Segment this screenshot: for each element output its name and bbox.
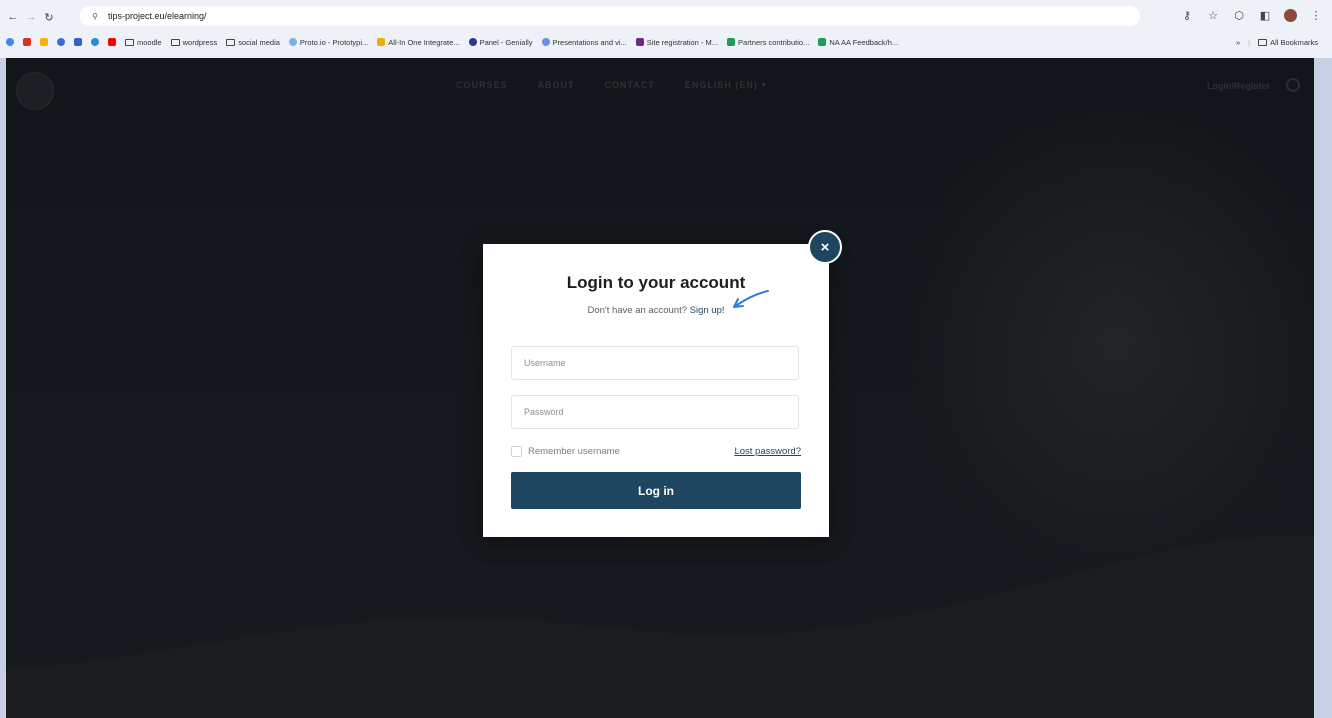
forward-icon[interactable]: → [22, 8, 40, 26]
folder-icon [125, 38, 134, 46]
gmail-bookmark-icon[interactable] [23, 38, 31, 46]
bookmark-divider: | [1248, 37, 1251, 47]
bookmark-na-aa-feedback[interactable]: NA AA Feedback/h... [818, 38, 898, 47]
youtube-bookmark-icon[interactable] [108, 38, 116, 46]
signup-prompt: Don't have an account? [587, 305, 690, 316]
back-icon[interactable]: ← [4, 8, 22, 26]
docs-bookmark-icon[interactable] [74, 38, 82, 46]
bookmark-protoio[interactable]: Proto.io - Prototypi... [288, 38, 368, 47]
browser-tools: ⚷ ☆ ⬡ ◧ ⋮ [1179, 7, 1324, 23]
bookmarks-right: » | All Bookmarks [1236, 31, 1318, 53]
signup-link[interactable]: Sign up! [690, 305, 725, 316]
address-row: ← → ↻ ⚲ tips-project.eu/elearning/ ⚷ ☆ ⬡… [0, 6, 1332, 28]
login-modal: Login to your account Don't have an acco… [483, 244, 829, 537]
more-bookmarks-icon[interactable]: » [1236, 38, 1240, 47]
remember-checkbox[interactable] [511, 446, 522, 457]
annotation-arrow-icon [733, 290, 769, 308]
folder-icon [1258, 38, 1268, 46]
bookmark-genially[interactable]: Panel - Genially [468, 38, 533, 47]
browser-chrome: ← → ↻ ⚲ tips-project.eu/elearning/ ⚷ ☆ ⬡… [0, 0, 1332, 58]
edge-bookmark-icon[interactable] [91, 38, 99, 46]
drive-bookmark-icon[interactable] [40, 38, 48, 46]
bookmarks-bar: moodle wordpress social media Proto.io -… [0, 31, 1332, 53]
extensions-icon[interactable]: ⬡ [1231, 7, 1247, 23]
bookmark-partners[interactable]: Partners contributio... [727, 38, 809, 47]
url-text: tips-project.eu/elearning/ [108, 11, 207, 21]
site-info-icon[interactable]: ⚲ [88, 9, 102, 23]
side-panel-icon[interactable]: ◧ [1257, 7, 1273, 23]
google-bookmark-icon[interactable] [6, 38, 14, 46]
bookmark-moodle[interactable]: moodle [125, 38, 162, 47]
chrome-bookmark-icon[interactable] [57, 38, 65, 46]
bookmark-all-in-one[interactable]: All-In One Integrate... [377, 38, 460, 47]
modal-subtitle: Don't have an account? Sign up! [483, 305, 829, 316]
bookmark-wordpress[interactable]: wordpress [170, 38, 217, 47]
remember-label[interactable]: Remember username [528, 446, 620, 457]
login-button[interactable]: Log in [511, 472, 801, 509]
close-icon[interactable]: × [808, 230, 842, 264]
lost-password-link[interactable]: Lost password? [734, 446, 801, 457]
address-bar[interactable]: ⚲ tips-project.eu/elearning/ [80, 6, 1140, 26]
star-icon[interactable]: ☆ [1205, 7, 1221, 23]
all-bookmarks[interactable]: All Bookmarks [1258, 38, 1318, 47]
password-placeholder: Password [524, 407, 564, 417]
folder-icon [226, 38, 236, 46]
folder-icon [170, 38, 180, 46]
bookmark-social-media[interactable]: social media [226, 38, 280, 47]
profile-avatar[interactable] [1283, 7, 1298, 23]
bookmark-site-registration[interactable]: Site registration - M... [635, 38, 718, 47]
remember-username: Remember username [511, 446, 620, 457]
password-field[interactable]: Password [511, 395, 799, 429]
password-key-icon[interactable]: ⚷ [1179, 7, 1195, 23]
reload-icon[interactable]: ↻ [40, 8, 58, 26]
username-field[interactable]: Username [511, 346, 799, 380]
modal-title: Login to your account [566, 273, 746, 292]
username-placeholder: Username [524, 358, 566, 368]
bookmark-presentations[interactable]: Presentations and vi... [541, 38, 627, 47]
menu-dots-icon[interactable]: ⋮ [1308, 7, 1324, 23]
